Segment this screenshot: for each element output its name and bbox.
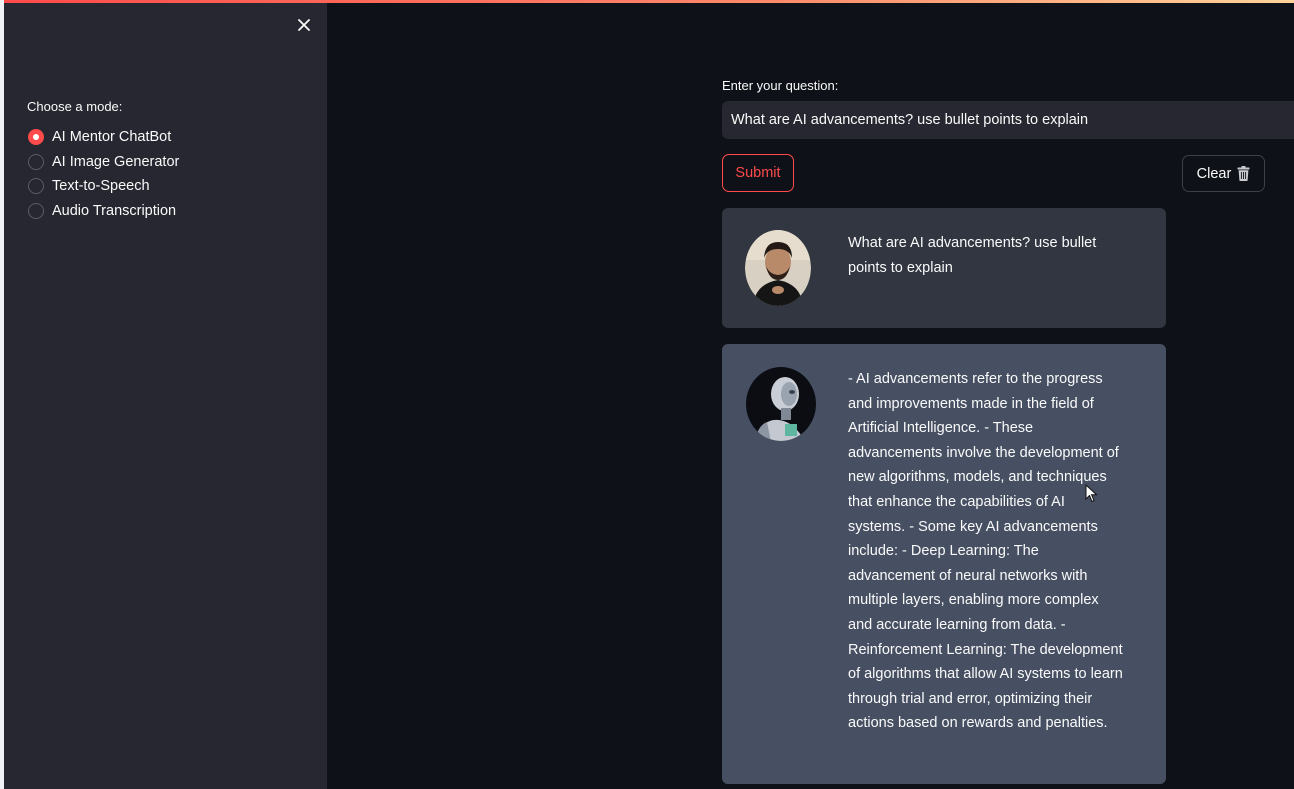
submit-button[interactable]: Submit: [722, 154, 794, 192]
mode-option-label: AI Image Generator: [52, 153, 180, 170]
message-text: What are AI advancements? use bullet poi…: [848, 235, 1097, 276]
close-icon: [298, 19, 310, 31]
robot-avatar: [745, 366, 817, 442]
radio-button[interactable]: [28, 203, 44, 220]
sidebar: Choose a mode: AI Mentor ChatBot AI Imag…: [4, 3, 327, 789]
mode-option-ai-mentor-chatbot[interactable]: AI Mentor ChatBot: [28, 125, 179, 150]
clear-button-label: Clear: [1196, 165, 1232, 182]
chat-message-bot: - AI advancements refer to the progress …: [722, 344, 1166, 784]
chat-message-user: What are AI advancements? use bullet poi…: [722, 208, 1166, 328]
radio-button-checked[interactable]: [28, 129, 44, 146]
mode-option-audio-transcription[interactable]: Audio Transcription: [28, 199, 179, 224]
mode-radio-group: AI Mentor ChatBot AI Image Generator Tex…: [28, 125, 179, 223]
radio-button[interactable]: [28, 178, 44, 195]
clear-button[interactable]: Clear: [1182, 155, 1265, 192]
question-input[interactable]: [722, 101, 1294, 139]
mode-option-label: AI Mentor ChatBot: [52, 129, 172, 146]
mode-option-ai-image-generator[interactable]: AI Image Generator: [28, 150, 179, 175]
sidebar-close-button[interactable]: [294, 15, 314, 35]
mode-option-label: Audio Transcription: [52, 203, 177, 220]
question-label: Enter your question:: [722, 78, 839, 93]
mode-label: Choose a mode:: [27, 99, 123, 114]
radio-button[interactable]: [28, 153, 44, 170]
message-text: - AI advancements refer to the progress …: [848, 371, 1123, 732]
user-avatar: [745, 230, 811, 306]
mouse-pointer-icon: [1085, 483, 1099, 504]
mode-option-text-to-speech[interactable]: Text-to-Speech: [28, 174, 179, 199]
main-content: Enter your question: Submit Clear: [327, 3, 1294, 789]
mode-option-label: Text-to-Speech: [52, 178, 150, 195]
trash-icon: [1237, 166, 1250, 181]
